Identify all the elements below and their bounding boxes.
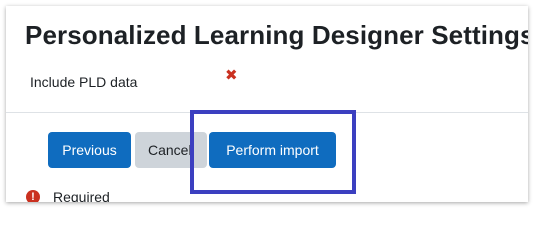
x-icon: ✖ <box>225 67 238 84</box>
perform-import-button[interactable]: Perform import <box>209 132 336 168</box>
divider <box>6 112 528 113</box>
cancel-button[interactable]: Cancel <box>135 132 207 168</box>
required-text: Required <box>53 189 110 202</box>
settings-panel: Personalized Learning Designer Settings … <box>6 6 528 202</box>
page-title: Personalized Learning Designer Settings <box>25 20 528 50</box>
previous-button[interactable]: Previous <box>48 132 131 168</box>
include-pld-label: Include PLD data <box>30 74 138 90</box>
required-icon: ! <box>26 190 40 202</box>
